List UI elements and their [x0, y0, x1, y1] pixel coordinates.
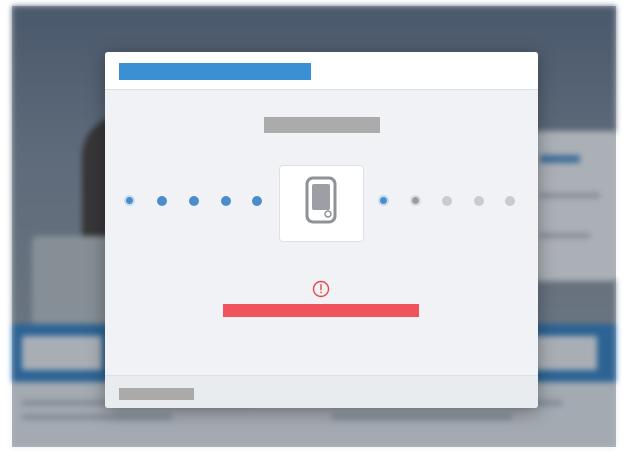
progress-dot: [221, 196, 231, 206]
progress-dot: [442, 196, 452, 206]
dialog-footer: [105, 375, 538, 408]
progress-dot: [252, 196, 262, 206]
tablet-device-icon: [305, 176, 337, 224]
warning-circle-icon: [312, 280, 330, 298]
screen: [0, 0, 626, 453]
dialog-title: [119, 63, 311, 80]
progress-dot: [474, 196, 484, 206]
connection-dialog: [105, 52, 538, 408]
error-message: [223, 304, 419, 317]
footer-link[interactable]: [119, 388, 194, 400]
progress-dot: [157, 196, 167, 206]
progress-dot: [505, 196, 515, 206]
device-card: [279, 165, 364, 242]
dialog-header: [105, 52, 538, 90]
progress-dot: [124, 195, 135, 206]
dialog-subtitle: [264, 117, 380, 133]
progress-dot: [410, 195, 421, 206]
progress-dot: [189, 196, 199, 206]
progress-dot-current: [378, 195, 389, 206]
